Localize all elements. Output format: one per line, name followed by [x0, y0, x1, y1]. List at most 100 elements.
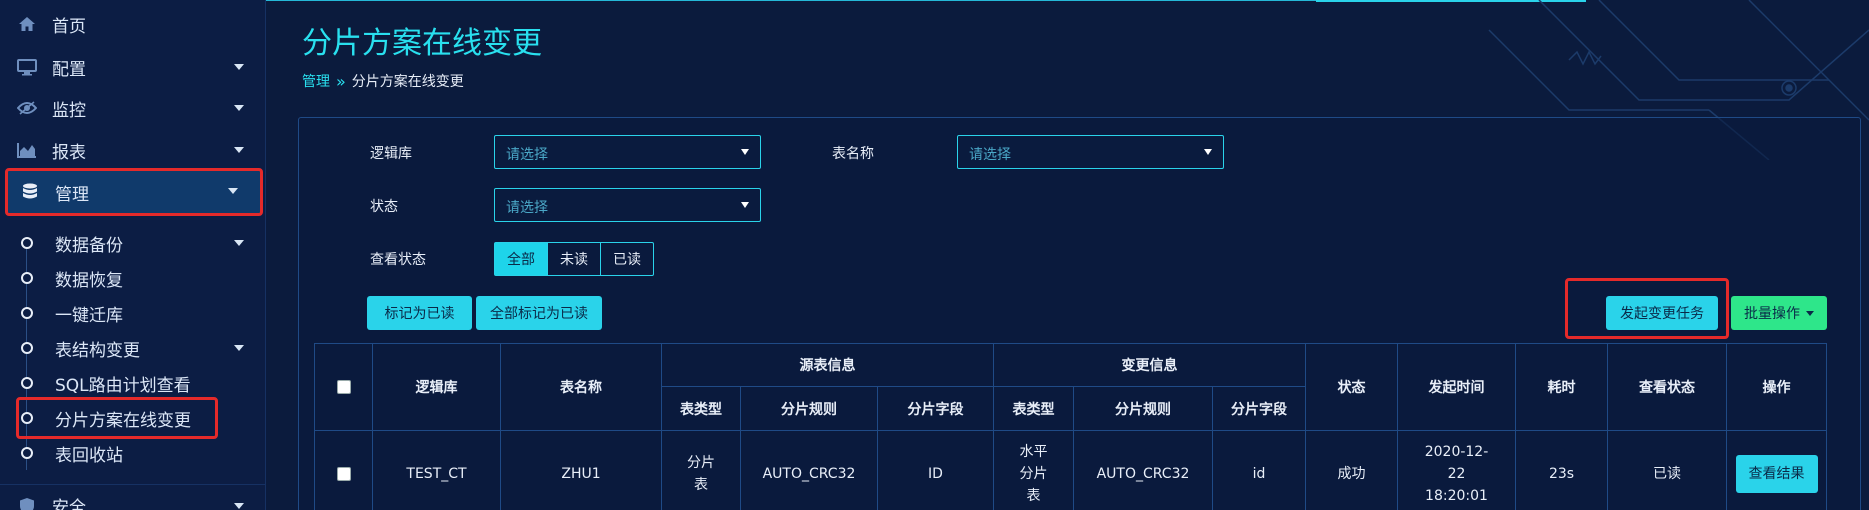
sidebar-item-manage[interactable]: 管理: [5, 168, 263, 216]
sidebar-subitem-backup[interactable]: 数据备份: [0, 226, 266, 260]
sidebar-subitem-label: 一键迁库: [55, 305, 123, 326]
header-dst-table-type: 表类型: [993, 386, 1074, 431]
dropdown-caret-icon: [1204, 149, 1212, 155]
table-name-label: 表名称: [832, 146, 874, 162]
logic-db-placeholder: 请选择: [506, 147, 548, 163]
bullet-icon: [21, 377, 33, 389]
header-table-name: 表名称: [500, 343, 662, 431]
row-select-cell[interactable]: [314, 430, 373, 510]
table-name-select[interactable]: 请选择: [957, 135, 1224, 169]
view-status-toggle: 全部 未读 已读: [494, 242, 654, 276]
sidebar-item-label: 安全: [52, 498, 86, 510]
start-change-task-button[interactable]: 发起变更任务: [1606, 296, 1718, 330]
sidebar-item-config[interactable]: 配置: [0, 46, 266, 88]
batch-operations-button[interactable]: 批量操作: [1731, 296, 1827, 330]
view-status-unread-button[interactable]: 未读: [548, 243, 601, 275]
cell-start-time: 2020-12-22 18:20:01: [1397, 430, 1516, 510]
header-status: 状态: [1305, 343, 1398, 431]
sidebar-item-report[interactable]: 报表: [0, 129, 266, 171]
header-logic-db: 逻辑库: [372, 343, 501, 431]
area-chart-icon: [16, 139, 38, 161]
header-dst-shard-rule: 分片规则: [1073, 386, 1213, 431]
page-title: 分片方案在线变更: [302, 26, 542, 61]
mark-read-button[interactable]: 标记为已读: [367, 296, 472, 330]
cell-dst-table-type: 水平分片表: [993, 430, 1074, 510]
highlight-box-subitem: [16, 397, 218, 439]
cell-duration: 23s: [1515, 430, 1608, 510]
select-all-checkbox[interactable]: [336, 380, 351, 394]
sidebar-item-monitor[interactable]: 监控: [0, 87, 266, 129]
breadcrumb-separator: »: [336, 71, 346, 91]
sidebar-subitem-schema-change[interactable]: 表结构变更: [0, 331, 266, 365]
main-content: 分片方案在线变更 管理 » 分片方案在线变更 逻辑库 请选择 表名称 请选择 状…: [266, 0, 1869, 510]
sidebar-item-home[interactable]: 首页: [0, 3, 266, 45]
header-src-shard-rule: 分片规则: [740, 386, 878, 431]
logic-db-select[interactable]: 请选择: [494, 135, 761, 169]
table-row: TEST_CT ZHU1 分片表 AUTO_CRC32 ID 水平分片表 AUT…: [314, 430, 1827, 510]
sidebar-subitem-migrate[interactable]: 一键迁库: [0, 296, 266, 330]
view-status-read-button[interactable]: 已读: [601, 243, 653, 275]
view-result-button[interactable]: 查看结果: [1735, 454, 1818, 493]
bullet-icon: [21, 237, 33, 249]
sidebar-item-label: 配置: [52, 59, 86, 80]
bullet-icon: [21, 447, 33, 459]
sidebar-subitem-recycle-bin[interactable]: 表回收站: [0, 436, 266, 470]
cell-src-shard-field: ID: [877, 430, 994, 510]
breadcrumb-current: 分片方案在线变更: [351, 74, 464, 90]
status-label: 状态: [370, 199, 398, 215]
status-select[interactable]: 请选择: [494, 188, 761, 222]
chevron-down-icon: [234, 345, 244, 351]
sidebar-item-label: 监控: [52, 100, 86, 121]
row-checkbox[interactable]: [336, 466, 351, 481]
header-src-table-type: 表类型: [661, 386, 741, 431]
sidebar-subitem-label: 表回收站: [55, 445, 123, 466]
sidebar-subitem-label: SQL路由计划查看: [55, 375, 191, 396]
chevron-down-icon: [234, 64, 244, 70]
change-task-table: 逻辑库 表名称 源表信息 变更信息 状态 发起时间 耗时 查看状态 操作 表类型…: [314, 343, 1827, 510]
dropdown-caret-icon: [741, 202, 749, 208]
chevron-down-icon: [234, 147, 244, 153]
header-src-shard-field: 分片字段: [877, 386, 994, 431]
cell-dst-shard-field: id: [1212, 430, 1306, 510]
header-select-all[interactable]: [314, 343, 373, 431]
chevron-down-icon: [234, 105, 244, 111]
chevron-down-icon: [228, 188, 238, 194]
sidebar-subitem-label: 数据恢复: [55, 270, 123, 291]
mark-all-read-button[interactable]: 全部标记为已读: [476, 296, 602, 330]
monitor-icon: [16, 56, 38, 78]
cell-table-name: ZHU1: [500, 430, 662, 510]
chevron-down-icon: [234, 240, 244, 246]
view-status-label: 查看状态: [370, 252, 426, 268]
cell-src-shard-rule: AUTO_CRC32: [740, 430, 878, 510]
chevron-down-icon: [234, 503, 244, 509]
cell-view-status: 已读: [1607, 430, 1727, 510]
sidebar-item-label: 报表: [52, 142, 86, 163]
breadcrumb-parent-link[interactable]: 管理: [302, 71, 330, 91]
header-start-time: 发起时间: [1397, 343, 1516, 431]
header-dst-shard-field: 分片字段: [1212, 386, 1306, 431]
header-source-info: 源表信息: [661, 343, 994, 387]
status-placeholder: 请选择: [506, 200, 548, 216]
sidebar-subitem-restore[interactable]: 数据恢复: [0, 261, 266, 295]
sidebar-item-label: 管理: [55, 184, 89, 205]
bullet-icon: [21, 272, 33, 284]
cell-dst-shard-rule: AUTO_CRC32: [1073, 430, 1213, 510]
table-name-placeholder: 请选择: [969, 147, 1011, 163]
sidebar-subitem-sql-route[interactable]: SQL路由计划查看: [0, 366, 266, 400]
shield-icon: [16, 495, 38, 510]
sidebar-subitem-label: 数据备份: [55, 235, 123, 256]
home-icon: [16, 13, 38, 35]
sidebar-item-security[interactable]: 安全: [0, 484, 266, 510]
view-status-all-button[interactable]: 全部: [495, 243, 548, 275]
chevron-down-icon: [1806, 310, 1814, 316]
sidebar-item-label: 首页: [52, 16, 86, 37]
cell-src-table-type: 分片表: [661, 430, 741, 510]
dropdown-caret-icon: [741, 149, 749, 155]
cell-status: 成功: [1305, 430, 1398, 510]
batch-operations-label: 批量操作: [1744, 306, 1800, 322]
header-duration: 耗时: [1515, 343, 1608, 431]
cell-operation: 查看结果: [1726, 430, 1827, 510]
header-change-info: 变更信息: [993, 343, 1306, 387]
breadcrumb: 管理 » 分片方案在线变更: [302, 71, 464, 91]
eye-icon: [16, 97, 38, 119]
